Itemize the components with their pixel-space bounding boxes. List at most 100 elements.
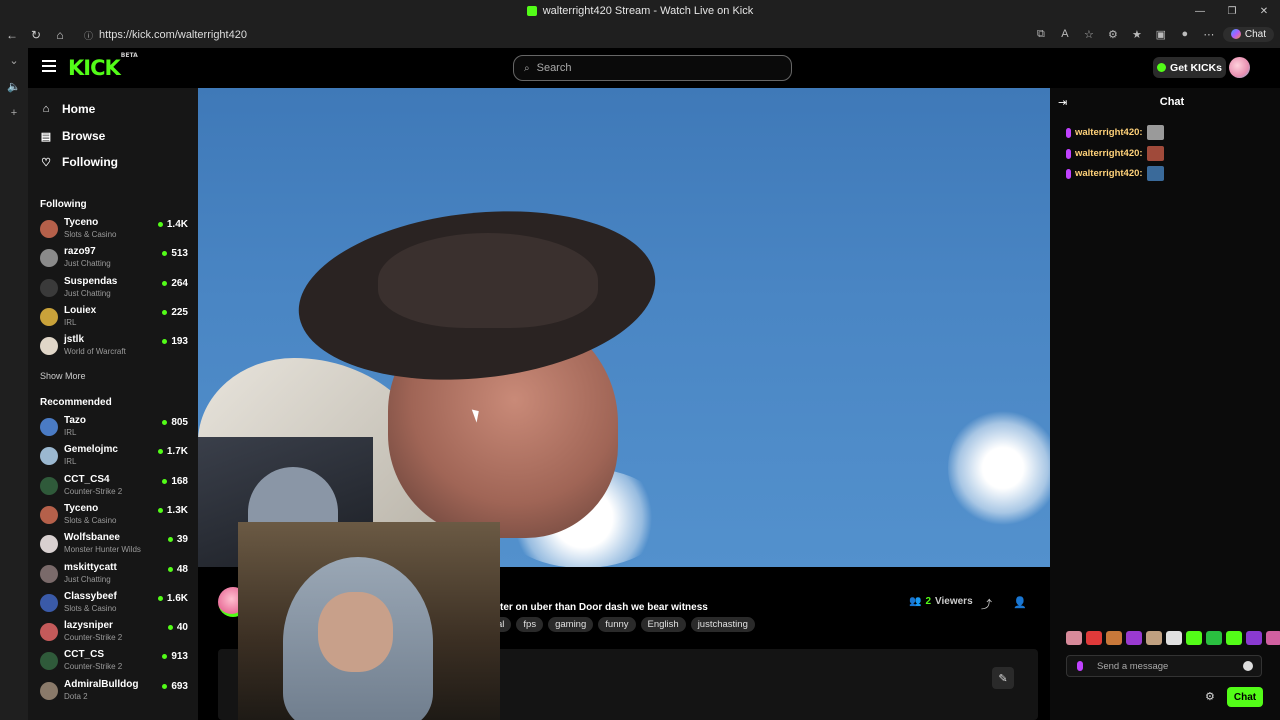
- window-title: walterright420 Stream - Watch Live on Ki…: [542, 5, 754, 17]
- restore-icon[interactable]: ❐: [1216, 0, 1248, 22]
- sidebar-channel[interactable]: Tyceno Slots & Casino 1.4K: [40, 216, 188, 242]
- minimize-icon[interactable]: —: [1184, 0, 1216, 22]
- address-bar: ← ↻ ⌂ ⓘ https://kick.com/walterright420 …: [0, 22, 1280, 48]
- nav-home[interactable]: ⌂ Home: [40, 102, 96, 116]
- tag[interactable]: English: [640, 617, 686, 632]
- read-aloud-icon[interactable]: A: [1055, 24, 1075, 44]
- sidebar-channel[interactable]: razo97 Just Chatting 513: [40, 245, 188, 271]
- sidebar-channel[interactable]: Classybeef Slots & Casino 1.6K: [40, 590, 188, 616]
- chevron-down-icon[interactable]: ⌄: [0, 48, 28, 74]
- chat-username[interactable]: walterright420:: [1075, 148, 1143, 159]
- open-app-icon[interactable]: ⧉: [1031, 24, 1051, 44]
- favorite-star-icon[interactable]: ☆: [1079, 24, 1099, 44]
- quick-emote-icon[interactable]: [1126, 631, 1142, 645]
- live-dot-icon: [162, 420, 168, 425]
- collections-icon[interactable]: ▣: [1151, 24, 1171, 44]
- sidebar-channel[interactable]: mskittycatt Just Chatting 48: [40, 561, 188, 587]
- channel-name: mskittycatt: [64, 561, 117, 573]
- quick-emote-icon[interactable]: [1226, 631, 1242, 645]
- browse-icon: ▤: [40, 130, 52, 143]
- emote-bar: [1066, 631, 1280, 645]
- chat-title: Chat: [1159, 96, 1185, 108]
- sidebar-channel[interactable]: AdmiralBulldog Dota 2 693: [40, 678, 188, 704]
- quick-emote-icon[interactable]: [1246, 631, 1262, 645]
- quick-emote-icon[interactable]: [1106, 631, 1122, 645]
- channel-avatar: [40, 505, 58, 524]
- chat-input-placeholder: Send a message: [1097, 660, 1169, 672]
- tag[interactable]: funny: [598, 617, 636, 632]
- chat-username[interactable]: walterright420:: [1075, 168, 1143, 179]
- tag[interactable]: justchasting: [690, 617, 755, 632]
- quick-emote-icon[interactable]: [1186, 631, 1202, 645]
- channel-category: Dota 2: [64, 691, 88, 701]
- channel-name: Suspendas: [64, 275, 118, 287]
- channel-category: IRL: [64, 457, 77, 467]
- sidebar-channel[interactable]: Tyceno Slots & Casino 1.3K: [40, 502, 188, 528]
- channel-avatar: [40, 593, 58, 612]
- get-kicks-button[interactable]: Get KICKs: [1153, 57, 1226, 78]
- more-menu-icon[interactable]: ⋯: [1199, 24, 1219, 44]
- emoji-picker-icon[interactable]: [1243, 661, 1253, 671]
- browser-titlebar: walterright420 Stream - Watch Live on Ki…: [0, 0, 1280, 22]
- channel-name: CCT_CS: [64, 649, 105, 661]
- sidebar-channel[interactable]: CCT_CS4 Counter-Strike 2 168: [40, 473, 188, 499]
- sidebar-channel[interactable]: Wolfsbanee Monster Hunter Wilds 39: [40, 531, 188, 557]
- favorites-icon[interactable]: ★: [1127, 24, 1147, 44]
- browser-toolbar: ⧉ A ☆ ⚙ ★ ▣ ● ⋯ Chat: [1031, 24, 1274, 44]
- channel-category: Monster Hunter Wilds: [64, 545, 141, 555]
- kick-logo[interactable]: KICKBETA: [68, 52, 138, 80]
- quick-emote-icon[interactable]: [1146, 631, 1162, 645]
- profile-icon[interactable]: ●: [1175, 24, 1195, 44]
- channel-viewers: 225: [162, 307, 188, 318]
- tag[interactable]: gaming: [548, 617, 594, 632]
- emote-icon: [1146, 166, 1164, 181]
- chat-message: walterright420:: [1066, 125, 1164, 140]
- channel-avatar: [40, 623, 58, 642]
- sidebar-channel[interactable]: lazysniper Counter-Strike 2 40: [40, 619, 188, 645]
- quick-emote-icon[interactable]: [1066, 631, 1082, 645]
- speaker-tab-icon[interactable]: 🔈: [0, 74, 28, 100]
- quick-emote-icon[interactable]: [1166, 631, 1182, 645]
- url-field[interactable]: ⓘ https://kick.com/walterright420: [76, 24, 1096, 46]
- back-icon[interactable]: ←: [0, 24, 24, 46]
- site-info-icon[interactable]: ⓘ: [84, 29, 93, 42]
- close-icon[interactable]: ✕: [1248, 0, 1280, 22]
- channel-category: Slots & Casino: [64, 230, 117, 239]
- channel-category: IRL: [64, 317, 77, 327]
- sidebar-channel[interactable]: Suspendas Just Chatting 264: [40, 275, 188, 301]
- share-icon[interactable]: ⤴: [981, 596, 992, 612]
- copilot-chat-button[interactable]: Chat: [1222, 26, 1274, 42]
- channel-viewers: 39: [167, 534, 188, 545]
- copilot-label: Chat: [1244, 28, 1266, 40]
- show-more-link[interactable]: Show More: [40, 371, 86, 381]
- nav-following[interactable]: ♡ Following: [40, 155, 118, 169]
- tag[interactable]: fps: [516, 617, 544, 632]
- reload-icon[interactable]: ↻: [24, 24, 48, 46]
- channel-viewers: 913: [162, 651, 188, 662]
- quick-emote-icon[interactable]: [1086, 631, 1102, 645]
- send-chat-button[interactable]: Chat: [1227, 687, 1263, 707]
- search-input[interactable]: ⌕ Search: [513, 55, 792, 81]
- sidebar-channel[interactable]: Gemelojmc IRL 1.7K: [40, 443, 188, 469]
- sidebar-channel[interactable]: Louiex IRL 225: [40, 304, 188, 330]
- channel-viewers: 40: [167, 622, 188, 633]
- channel-avatar: [40, 681, 58, 700]
- extensions-icon[interactable]: ⚙: [1103, 24, 1123, 44]
- chat-username[interactable]: walterright420:: [1075, 127, 1143, 138]
- sidebar-channel[interactable]: CCT_CS Counter-Strike 2 913: [40, 648, 188, 674]
- sidebar-channel[interactable]: jstlk World of Warcraft 193: [40, 333, 188, 359]
- quick-emote-icon[interactable]: [1206, 631, 1222, 645]
- home-browser-icon[interactable]: ⌂: [48, 24, 72, 46]
- follow-user-icon[interactable]: 👤: [1013, 596, 1027, 609]
- add-tab-icon[interactable]: +: [0, 100, 28, 126]
- nav-browse[interactable]: ▤ Browse: [40, 129, 106, 143]
- quick-emote-icon[interactable]: [1266, 631, 1280, 645]
- user-avatar[interactable]: [1229, 57, 1250, 78]
- sidebar-channel[interactable]: Tazo IRL 805: [40, 414, 188, 440]
- mic-badge-icon: [1066, 168, 1071, 179]
- edit-pencil-icon[interactable]: ✎: [992, 667, 1014, 689]
- menu-icon[interactable]: [42, 60, 56, 72]
- channel-viewers: 264: [162, 278, 188, 289]
- chat-message-input[interactable]: Send a message: [1066, 655, 1262, 677]
- chat-settings-gear-icon[interactable]: ⚙: [1205, 690, 1215, 703]
